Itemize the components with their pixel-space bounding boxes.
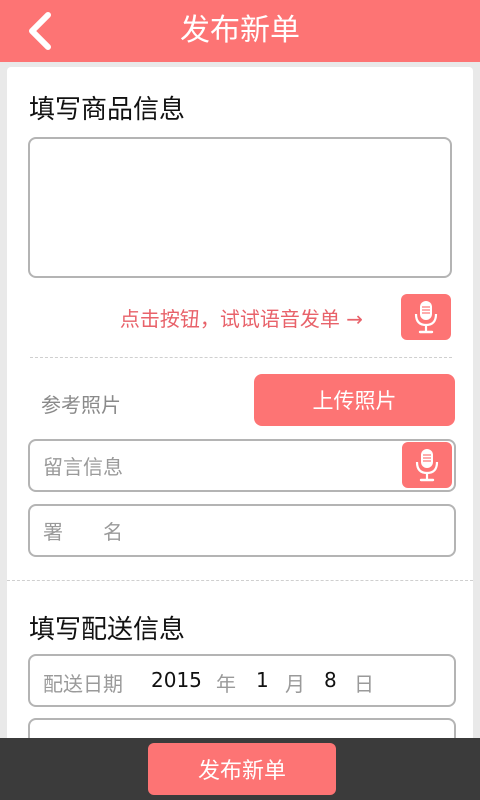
delivery-date-label: 配送日期 [43, 672, 123, 696]
microphone-icon [414, 301, 438, 334]
delivery-date-field[interactable]: 配送日期 2015 年 1 月 8 日 [28, 654, 456, 707]
message-input[interactable]: 留言信息 [28, 439, 456, 492]
day-unit: 日 [354, 672, 374, 696]
microphone-icon [415, 449, 439, 482]
goods-voice-button[interactable] [401, 294, 451, 340]
bottom-bar: 发布新单 [0, 738, 480, 800]
publish-order-button[interactable]: 发布新单 [148, 743, 336, 795]
message-placeholder: 留言信息 [43, 455, 123, 479]
signature-input[interactable]: 署 名 [28, 504, 456, 557]
reference-photo-label: 参考照片 [41, 393, 121, 417]
form-card: 填写商品信息 点击按钮，试试语音发单 → 参考照片 上传照片 留言信息 署 名 … [7, 67, 473, 767]
day-value: 8 [324, 668, 337, 692]
year-unit: 年 [216, 672, 236, 696]
upload-photo-button[interactable]: 上传照片 [254, 374, 455, 426]
goods-section-title: 填写商品信息 [29, 95, 186, 125]
divider [7, 580, 473, 581]
page-title: 发布新单 [180, 13, 300, 48]
voice-hint-text: 点击按钮，试试语音发单 → [119, 307, 363, 331]
divider [30, 357, 452, 358]
signature-placeholder: 署 名 [43, 520, 123, 544]
month-unit: 月 [285, 672, 305, 696]
year-value: 2015 [151, 668, 202, 692]
delivery-section-title: 填写配送信息 [29, 615, 186, 645]
top-bar: 发布新单 [0, 0, 480, 62]
message-voice-button[interactable] [402, 442, 452, 488]
goods-description-input[interactable] [28, 137, 452, 278]
month-value: 1 [256, 668, 269, 692]
